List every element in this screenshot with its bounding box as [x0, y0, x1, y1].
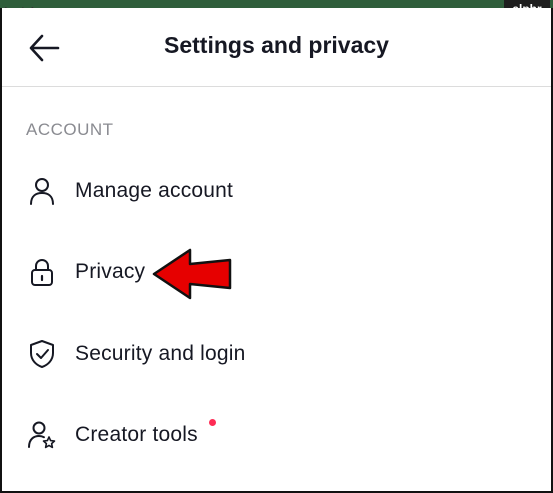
- lock-icon: [26, 256, 58, 288]
- top-strip: [0, 0, 553, 8]
- annotation-arrow: [152, 248, 232, 300]
- menu-item-privacy[interactable]: Privacy: [2, 242, 551, 302]
- page-title: Settings and privacy: [164, 32, 389, 58]
- menu-item-label: Privacy: [75, 260, 146, 283]
- menu-item-security-and-login[interactable]: Security and login: [2, 324, 551, 384]
- menu-item-creator-tools[interactable]: Creator tools: [2, 405, 551, 465]
- notification-dot: [209, 419, 216, 426]
- person-star-icon: [26, 419, 58, 451]
- header: Settings and privacy: [2, 8, 551, 87]
- menu-item-label: Security and login: [75, 342, 246, 365]
- menu-item-label: Manage account: [75, 179, 234, 202]
- person-icon: [26, 175, 58, 207]
- menu-item-manage-account[interactable]: Manage account: [2, 161, 551, 221]
- section-header-account: ACCOUNT: [26, 120, 114, 139]
- shield-check-icon: [26, 338, 58, 370]
- menu-item-label: Creator tools: [75, 423, 198, 446]
